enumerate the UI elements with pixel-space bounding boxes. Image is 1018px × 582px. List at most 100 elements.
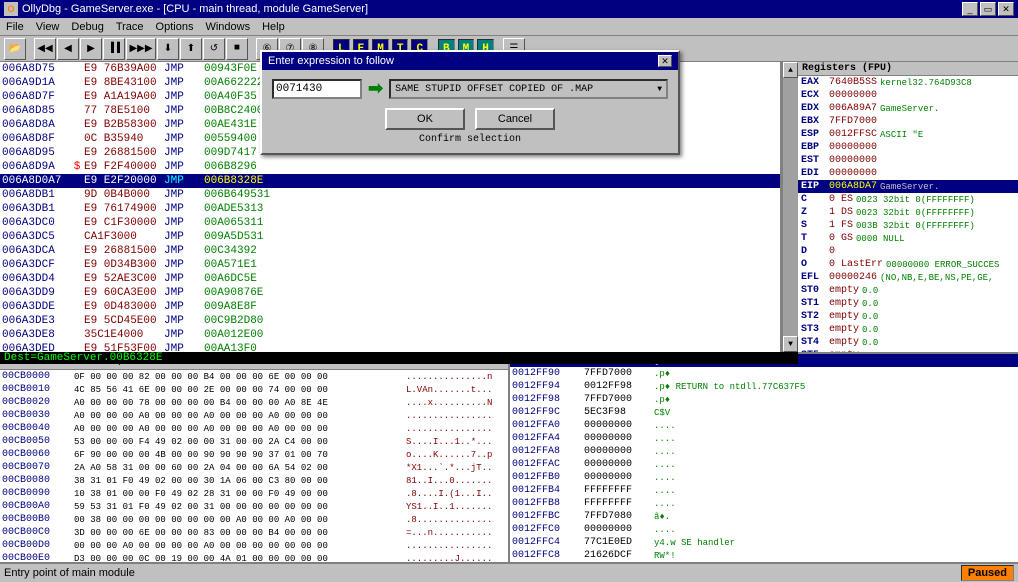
restore-button[interactable]: ▭ [980, 2, 996, 16]
hex-view[interactable]: 00CB0000 0F 00 00 00 82 00 00 00 B4 00 0… [0, 370, 508, 562]
hex-row[interactable]: 00CB0080 38 31 01 F0 49 02 00 00 30 1A 0… [0, 474, 508, 487]
stack-row[interactable]: 0012FFB8 FFFFFFFF .... [510, 497, 1018, 510]
menu-view[interactable]: View [30, 18, 66, 35]
close-button[interactable]: ✕ [998, 2, 1014, 16]
expression-input[interactable] [272, 79, 362, 99]
scroll-track[interactable] [783, 78, 798, 336]
register-row[interactable]: EFL 00000246 (NO,NB,E,BE,NS,PE,GE, [798, 271, 1018, 284]
stack-row[interactable]: 0012FF90 7FFD7000 .p♦ [510, 367, 1018, 380]
stack-panel[interactable]: 0012FF80 C764D3C45 [E 0012FF90 7FFD7000 … [510, 354, 1018, 562]
menu-options[interactable]: Options [150, 18, 200, 35]
register-row[interactable]: Z 1 DS 0023 32bit 0(FFFFFFFF) [798, 206, 1018, 219]
stack-view[interactable]: 0012FF80 C764D3C45 [E 0012FF90 7FFD7000 … [510, 354, 1018, 562]
stack-row[interactable]: 0012FFC0 00000000 .... [510, 523, 1018, 536]
register-row[interactable]: ST5 empty 0.0 [798, 349, 1018, 352]
register-row[interactable]: ST4 empty 0.0 [798, 336, 1018, 349]
disasm-row[interactable]: 006A3DD4 E9 52AE3C00 JMP 00A6DC5E [0, 272, 780, 286]
hex-row[interactable]: 00CB0090 10 38 01 00 00 F0 49 02 28 31 0… [0, 487, 508, 500]
register-row[interactable]: EBP 00000000 [798, 141, 1018, 154]
menu-trace[interactable]: Trace [110, 18, 150, 35]
register-row[interactable]: ESP 0012FFSC ASCII "E [798, 128, 1018, 141]
hex-row[interactable]: 00CB00C0 3D 00 00 00 6E 00 00 00 83 00 0… [0, 526, 508, 539]
hex-row[interactable]: 00CB0000 0F 00 00 00 82 00 00 00 B4 00 0… [0, 370, 508, 383]
disasm-row[interactable]: 006A8D9A $ E9 F2F40000 JMP 006B8296 [0, 160, 780, 174]
dialog-close-button[interactable]: ✕ [658, 55, 672, 67]
register-row[interactable]: C 0 ES 0023 32bit 0(FFFFFFFF) [798, 193, 1018, 206]
expression-dropdown[interactable]: SAME STUPID OFFSET COPIED OF .MAP ▼ [389, 79, 668, 99]
register-row[interactable]: EST 00000000 [798, 154, 1018, 167]
disasm-row[interactable]: 006A3DD9 E9 60CA3E00 JMP 00A90876E [0, 286, 780, 300]
tb-back[interactable]: ◀◀ [34, 38, 56, 60]
stack-row[interactable]: 0012FF98 7FFD7000 .p♦ [510, 393, 1018, 406]
stack-row[interactable]: 0012FFA0 00000000 .... [510, 419, 1018, 432]
hex-row[interactable]: 00CB00A0 59 53 31 01 F0 49 02 00 31 00 0… [0, 500, 508, 513]
register-row[interactable]: EIP 006A8DA7 GameServer. [798, 180, 1018, 193]
hex-row[interactable]: 00CB0050 53 00 00 00 F4 49 02 00 00 31 0… [0, 435, 508, 448]
scroll-down[interactable]: ▼ [783, 336, 798, 352]
hex-row[interactable]: 00CB0010 4C 85 56 41 6E 00 00 00 2E 00 0… [0, 383, 508, 396]
register-row[interactable]: EDI 00000000 [798, 167, 1018, 180]
hex-row[interactable]: 00CB00B0 00 38 00 00 00 00 00 00 00 00 A… [0, 513, 508, 526]
stack-row[interactable]: 0012FFC8 21626DCF RW*! [510, 549, 1018, 562]
register-row[interactable]: T 0 GS 0000 NULL [798, 232, 1018, 245]
tb-open[interactable]: 📂 [4, 38, 26, 60]
stack-row[interactable]: 0012FF94 0012FF98 .p♦ RETURN to ntdll.77… [510, 380, 1018, 393]
hex-row[interactable]: 00CB0060 6F 90 00 00 00 4B 00 00 90 90 9… [0, 448, 508, 461]
hex-row[interactable]: 00CB0020 A0 00 00 00 78 00 00 00 00 B4 0… [0, 396, 508, 409]
stack-row[interactable]: 0012FFB0 00000000 .... [510, 471, 1018, 484]
disasm-row[interactable]: 006A8DB1 9D 0B4B000 JMP 006B649531 [0, 188, 780, 202]
scroll-up[interactable]: ▲ [783, 62, 798, 78]
disasm-row[interactable]: 006A3DED E9 51F53F00 JMP 00AA13F0 [0, 342, 780, 352]
disasm-bytes: 35C1E4000 [84, 329, 164, 341]
disasm-row[interactable]: 006A3DDE E9 0D483000 JMP 009A8E8F [0, 300, 780, 314]
tb-run[interactable]: ▶ [80, 38, 102, 60]
register-row[interactable]: ST3 empty 0.0 [798, 323, 1018, 336]
register-row[interactable]: D 0 [798, 245, 1018, 258]
stack-row[interactable]: 0012FFC4 77C1E0ED y4.w SE handler [510, 536, 1018, 549]
register-row[interactable]: EAX 7640B5SS kernel32.764D93C8 [798, 76, 1018, 89]
stack-row[interactable]: 0012FFAC 00000000 .... [510, 458, 1018, 471]
stack-row[interactable]: 0012FFA4 00000000 .... [510, 432, 1018, 445]
tb-step-out[interactable]: ⬆ [180, 38, 202, 60]
register-row[interactable]: ECX 00000000 [798, 89, 1018, 102]
stack-row[interactable]: 0012FFBC 7FFD7080 â♦. [510, 510, 1018, 523]
stack-row[interactable]: 0012FFA8 00000000 .... [510, 445, 1018, 458]
disasm-row[interactable]: 006A3DC5 CA1F3000 JMP 009A5D531 [0, 230, 780, 244]
disasm-row[interactable]: 006A3DB1 E9 76174900 JMP 00ADE5313 [0, 202, 780, 216]
register-row[interactable]: EBX 7FFD7000 [798, 115, 1018, 128]
menu-debug[interactable]: Debug [65, 18, 109, 35]
hex-row[interactable]: 00CB0070 2A A0 58 31 00 00 60 00 2A 04 0… [0, 461, 508, 474]
hex-row[interactable]: 00CB00E0 D3 00 00 00 0C 00 19 00 00 4A 0… [0, 552, 508, 562]
menu-windows[interactable]: Windows [199, 18, 256, 35]
register-row[interactable]: S 1 FS 003B 32bit 0(FFFFFFFF) [798, 219, 1018, 232]
expression-dialog[interactable]: Enter expression to follow ✕ ➡ SAME STUP… [260, 50, 680, 155]
disasm-row[interactable]: 006A3DE3 E9 5CD45E00 JMP 00C9B2D80 [0, 314, 780, 328]
tb-restart[interactable]: ↺ [203, 38, 225, 60]
minimize-button[interactable]: _ [962, 2, 978, 16]
register-row[interactable]: O 0 LastErr 00000000 ERROR_SUCCES [798, 258, 1018, 271]
register-row[interactable]: ST0 empty 0.0 [798, 284, 1018, 297]
tb-step-back[interactable]: ◀ [57, 38, 79, 60]
ok-button[interactable]: OK [385, 108, 465, 130]
register-row[interactable]: ST1 empty 0.0 [798, 297, 1018, 310]
tb-pause[interactable]: ▐▐ [103, 38, 125, 60]
tb-step-into[interactable]: ⬇ [157, 38, 179, 60]
tb-stop[interactable]: ■ [226, 38, 248, 60]
hex-row[interactable]: 00CB0030 A0 00 00 00 A0 00 00 00 A0 00 0… [0, 409, 508, 422]
disasm-row[interactable]: 006A3DCA E9 26881500 JMP 00C34392 [0, 244, 780, 258]
menu-file[interactable]: File [0, 18, 30, 35]
disasm-row[interactable]: 006A3DCF E9 0D34B300 JMP 00A571E1 [0, 258, 780, 272]
disasm-row[interactable]: 006A3DC0 E9 C1F30000 JMP 00A065311 [0, 216, 780, 230]
stack-row[interactable]: 0012FFB4 FFFFFFFF .... [510, 484, 1018, 497]
disasm-scrollbar[interactable]: ▲ ▼ [782, 62, 798, 352]
cancel-button[interactable]: Cancel [475, 108, 555, 130]
disasm-row[interactable]: 006A8D0A7 E9 E2F20000 JMP 006B8328E [0, 174, 780, 188]
stack-row[interactable]: 0012FF9C 5EC3F98 C$V [510, 406, 1018, 419]
disasm-row[interactable]: 006A3DE8 35C1E4000 JMP 00A012E00 [0, 328, 780, 342]
hex-row[interactable]: 00CB00D0 00 00 00 A0 00 00 00 00 A0 00 0… [0, 539, 508, 552]
tb-step-over[interactable]: ▶▶▶ [126, 38, 156, 60]
register-row[interactable]: EDX 006A89A7 GameServer. [798, 102, 1018, 115]
menu-help[interactable]: Help [256, 18, 291, 35]
hex-row[interactable]: 00CB0040 A0 00 00 00 A0 00 00 00 A0 00 0… [0, 422, 508, 435]
register-row[interactable]: ST2 empty 0.0 [798, 310, 1018, 323]
